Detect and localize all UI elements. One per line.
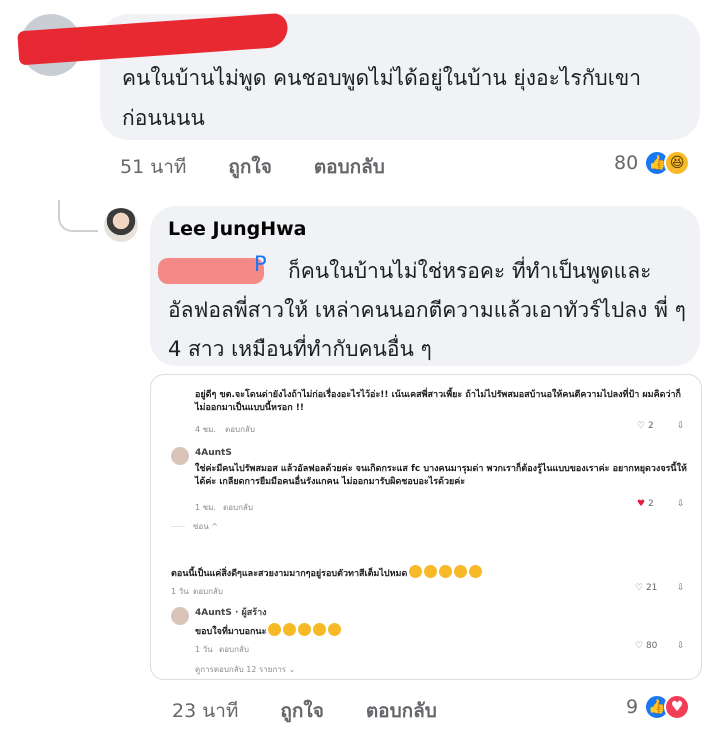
haha-icon: 😆 bbox=[664, 150, 691, 176]
shot-like-count: ♡ 2 bbox=[637, 421, 654, 431]
shot-dislike-icon: ⇩ bbox=[677, 499, 685, 509]
shot-author: 4AuntS · ผู้สร้าง bbox=[195, 608, 267, 618]
shot-author: 4AuntS bbox=[195, 448, 232, 458]
comment-text: คนในบ้านไม่พูด คนชอบพูดไม่ได้อยู่ในบ้าน … bbox=[122, 66, 642, 130]
shot-time: 1 วัน bbox=[171, 587, 189, 596]
reaction-summary[interactable]: 80 👍 😆 bbox=[614, 150, 691, 176]
reaction-summary[interactable]: 9 👍 ♥ bbox=[626, 694, 691, 720]
shot-time: 1 วัน bbox=[195, 645, 213, 654]
shot-time: 4 ชม. bbox=[195, 425, 216, 434]
shot-avatar bbox=[171, 607, 189, 625]
shot-dislike-icon: ⇩ bbox=[677, 583, 685, 593]
shot-dislike-icon: ⇩ bbox=[677, 421, 685, 431]
shot-reply: ตอบกลับ bbox=[225, 425, 255, 434]
shot-comment-text: ตอนนี้เป็นแค่สิ่งดีๆและสวยงามมากๆอยู่รอบ… bbox=[171, 565, 483, 581]
like-button[interactable]: ถูกใจ bbox=[280, 696, 323, 726]
comment-actions: 51 นาที ถูกใจ ตอบกลับ bbox=[120, 152, 385, 182]
comment-time[interactable]: 51 นาที bbox=[120, 152, 186, 182]
shot-like-count: ♡ 21 bbox=[635, 583, 658, 593]
attached-screenshot[interactable]: อยู่ดีๆ ขต.จะโดนด่ายังไงถ้าไม่ก่อเรื่องอ… bbox=[150, 374, 702, 680]
shot-like-count: ♡ 80 bbox=[635, 641, 658, 651]
reply-bubble: Lee JungHwa ก็คนในบ้านไม่ใช่หรอคะ ที่ทำเ… bbox=[150, 206, 700, 366]
shot-dislike-icon: ⇩ bbox=[677, 641, 685, 651]
shot-hide: ซ่อน ^ bbox=[193, 522, 218, 531]
shot-avatar bbox=[171, 447, 189, 465]
mention-link[interactable]: P bbox=[254, 252, 267, 276]
like-button[interactable]: ถูกใจ bbox=[228, 152, 271, 182]
shot-time: 1 ชม. bbox=[195, 503, 216, 512]
reply-author[interactable]: Lee JungHwa bbox=[168, 218, 682, 240]
reply-time[interactable]: 23 นาที bbox=[172, 696, 238, 726]
reaction-count: 9 bbox=[626, 696, 639, 718]
shot-comment-text: ใช่ค่ะมีคนไปรัพสมอส แล้วอัลฟอลด้วยค่ะ จน… bbox=[195, 464, 687, 487]
shot-reply: ตอบกลับ bbox=[223, 503, 253, 512]
thread-connector bbox=[58, 200, 98, 232]
shot-reply: ตอบกลับ bbox=[219, 645, 249, 654]
shot-divider bbox=[171, 526, 185, 527]
shot-more-replies: ดูการตอบกลับ 12 รายการ ⌄ bbox=[195, 665, 296, 674]
reply-button[interactable]: ตอบกลับ bbox=[314, 152, 385, 182]
reply-avatar[interactable] bbox=[104, 208, 138, 242]
shot-comment-text: อยู่ดีๆ ขต.จะโดนด่ายังไงถ้าไม่ก่อเรื่องอ… bbox=[195, 390, 682, 413]
love-icon: ♥ bbox=[664, 694, 691, 720]
reply-button[interactable]: ตอบกลับ bbox=[366, 696, 437, 726]
shot-comment-text: ขอบใจที่มาบอกนะ bbox=[195, 623, 342, 639]
shot-like-count: ♥ 2 bbox=[637, 499, 654, 509]
reaction-count: 80 bbox=[614, 152, 639, 174]
redaction-mark bbox=[158, 258, 264, 284]
shot-reply: ตอบกลับ bbox=[193, 587, 223, 596]
reply-actions: 23 นาที ถูกใจ ตอบกลับ bbox=[172, 696, 437, 726]
